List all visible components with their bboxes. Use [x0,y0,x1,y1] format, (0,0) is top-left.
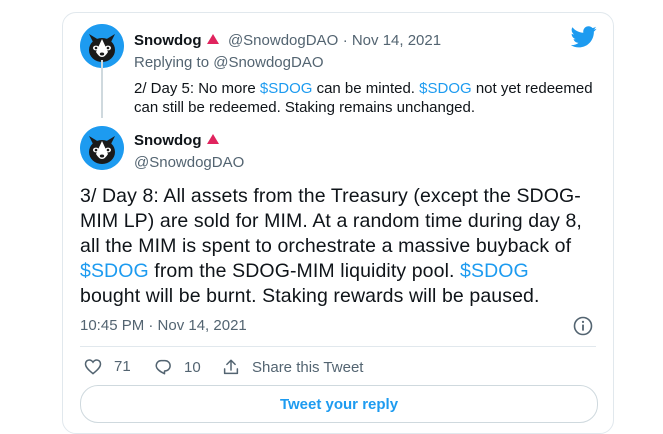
text-segment: can still be redeemed. Staking remains u… [134,99,476,116]
text-line: all the MIM is spent to orchestrate a ma… [80,235,572,257]
like-button[interactable]: 71 [84,358,131,375]
text-line: 3/ Day 8: All assets from the Treasury (… [80,185,581,207]
text-line: MIM LP) are sold for MIM. At a random ti… [80,210,582,232]
husky-avatar-icon [80,126,124,170]
verified-triangle-icon [206,134,219,144]
tweet-your-reply-button[interactable]: Tweet your reply [80,385,598,423]
reply-tweet-header: Snowdog @SnowdogDAO · Nov 14, 2021 [134,32,441,50]
cashtag-link[interactable]: $SDOG [419,80,472,97]
divider [80,346,596,347]
replying-to-label: Replying to [134,54,210,71]
author-handle[interactable]: @SnowdogDAO [228,32,338,49]
text-segment: not yet redeemed [471,80,593,97]
reply-button[interactable]: 10 [154,358,201,376]
author-name[interactable]: Snowdog [134,32,202,49]
text-line: bought will be burnt. Staking rewards wi… [80,285,540,307]
text-segment: from the SDOG-MIM liquidity pool. [148,260,461,282]
main-tweet-name: Snowdog [134,132,219,150]
twitter-bird-icon[interactable] [571,26,597,48]
info-icon[interactable] [573,316,593,336]
reply-tweet-text: 2/ Day 5: No more $SDOG can be minted. $… [134,79,594,117]
author-handle[interactable]: @SnowdogDAO [134,154,244,171]
like-count: 71 [114,358,131,375]
cashtag-link[interactable]: $SDOG [460,260,529,282]
author-name[interactable]: Snowdog [134,132,202,149]
tweet-timestamp[interactable]: 10:45 PM · Nov 14, 2021 [80,317,247,334]
reply-bubble-icon [155,359,171,375]
text-segment: can be minted. [312,80,420,97]
text-segment: 2/ Day 5: No more [134,80,260,97]
heart-icon [84,359,102,375]
cashtag-link[interactable]: $SDOG [80,260,149,282]
share-icon [223,359,239,375]
reply-count: 10 [184,358,201,376]
avatar[interactable] [80,126,124,170]
replying-to: Replying to @SnowdogDAO [134,54,324,71]
main-tweet-text: 3/ Day 8: All assets from the Treasury (… [80,184,600,309]
cashtag-link[interactable]: $SDOG [260,80,313,97]
tweet-your-reply-label: Tweet your reply [279,395,399,413]
replying-to-handle[interactable]: @SnowdogDAO [213,54,323,71]
share-button[interactable]: Share this Tweet [222,358,363,376]
tweet-date[interactable]: · Nov 14, 2021 [343,32,441,49]
share-label: Share this Tweet [252,358,364,376]
verified-triangle-icon [206,34,219,44]
thread-connector-line [101,60,103,118]
